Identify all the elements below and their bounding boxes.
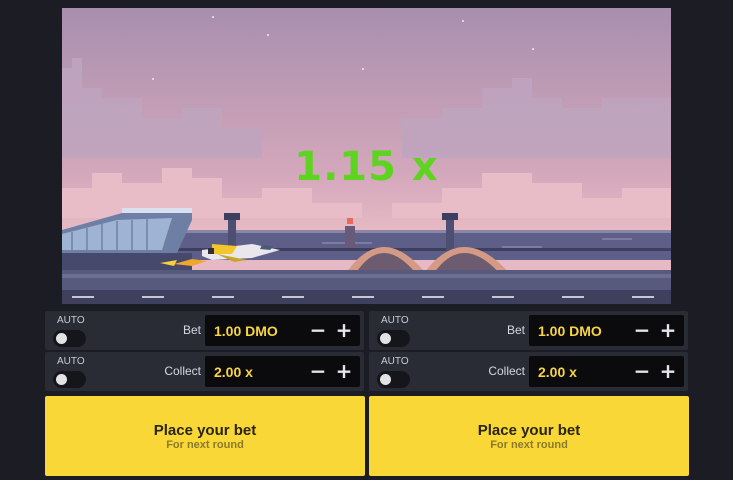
collect-multiplier-field[interactable]: 2.00 x − + (529, 356, 684, 387)
crash-multiplier: 1.15 x (294, 144, 439, 190)
bet-label: Bet (182, 323, 201, 337)
bet-amount-value[interactable]: 1.00 DMO (214, 323, 278, 339)
bet-row-1: AUTO Bet 1.00 DMO − + (45, 311, 364, 350)
increase-collect-button[interactable]: + (658, 360, 678, 382)
auto-bet-toggle[interactable] (377, 330, 410, 347)
place-bet-sublabel: For next round (166, 439, 244, 451)
collect-row-2: AUTO Collect 2.00 x − + (369, 352, 688, 391)
place-bet-label: Place your bet (477, 422, 581, 439)
auto-bet-toggle[interactable] (53, 330, 86, 347)
decrease-collect-button[interactable]: − (308, 360, 328, 382)
collect-label: Collect (488, 364, 525, 378)
auto-label: AUTO (381, 356, 409, 367)
decrease-bet-button[interactable]: − (632, 319, 652, 341)
bet-amount-field[interactable]: 1.00 DMO − + (205, 315, 360, 346)
bet-label: Bet (506, 323, 525, 337)
place-bet-sublabel: For next round (490, 439, 568, 451)
place-bet-button-2[interactable]: Place your bet For next round (369, 396, 689, 476)
increase-bet-button[interactable]: + (334, 319, 354, 341)
bet-row-2: AUTO Bet 1.00 DMO − + (369, 311, 688, 350)
collect-multiplier-field[interactable]: 2.00 x − + (205, 356, 360, 387)
bet-amount-field[interactable]: 1.00 DMO − + (529, 315, 684, 346)
collect-row-1: AUTO Collect 2.00 x − + (45, 352, 364, 391)
toggle-knob (380, 374, 391, 385)
auto-label: AUTO (381, 315, 409, 326)
toggle-knob (380, 333, 391, 344)
game-canvas: 1.15 x (62, 8, 671, 304)
toggle-knob (56, 333, 67, 344)
collect-multiplier-value[interactable]: 2.00 x (214, 364, 253, 380)
collect-multiplier-value[interactable]: 2.00 x (538, 364, 577, 380)
toggle-knob (56, 374, 67, 385)
bet-amount-value[interactable]: 1.00 DMO (538, 323, 602, 339)
auto-label: AUTO (57, 315, 85, 326)
collect-label: Collect (164, 364, 201, 378)
auto-collect-toggle[interactable] (377, 371, 410, 388)
decrease-bet-button[interactable]: − (308, 319, 328, 341)
decrease-collect-button[interactable]: − (632, 360, 652, 382)
auto-collect-toggle[interactable] (53, 371, 86, 388)
place-bet-button-1[interactable]: Place your bet For next round (45, 396, 365, 476)
place-bet-label: Place your bet (153, 422, 257, 439)
increase-collect-button[interactable]: + (334, 360, 354, 382)
auto-label: AUTO (57, 356, 85, 367)
increase-bet-button[interactable]: + (658, 319, 678, 341)
